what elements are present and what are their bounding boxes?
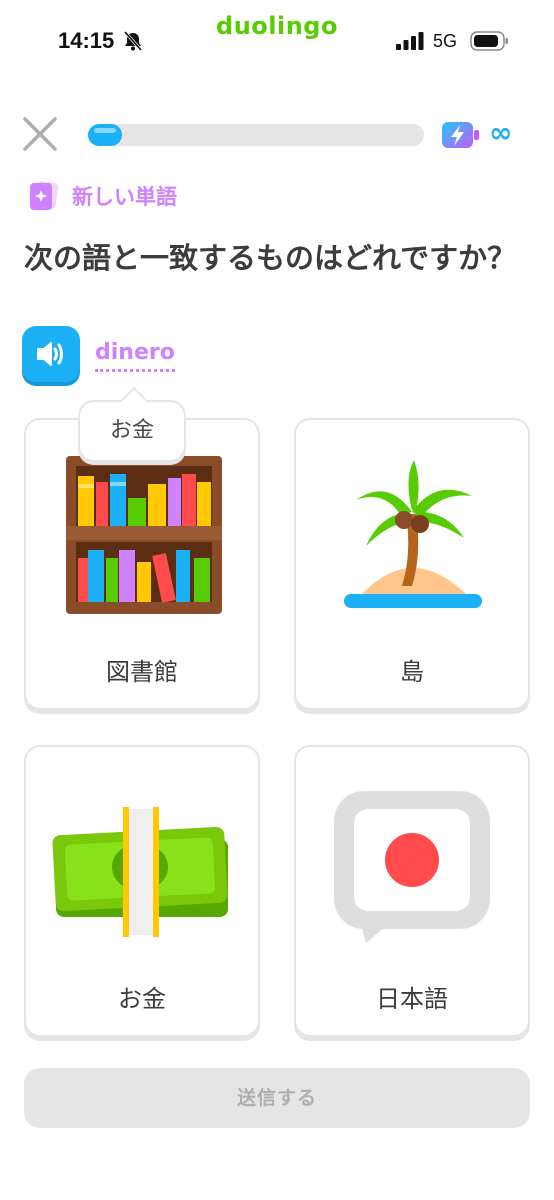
- money-icon: [52, 807, 228, 937]
- japan-flag-icon: [334, 791, 490, 943]
- status-bar: 14:15 duolingo 5G: [0, 0, 554, 80]
- choice-label: お金: [118, 985, 166, 1013]
- choice-card-island[interactable]: 島: [294, 418, 530, 710]
- target-word[interactable]: dinero: [95, 340, 175, 372]
- choice-label: 図書館: [106, 658, 178, 686]
- lesson-progress-fill: [88, 124, 122, 146]
- bookshelf-icon: [66, 456, 222, 614]
- network-type: 5G: [433, 31, 458, 51]
- close-icon[interactable]: [20, 114, 60, 154]
- energy-battery-icon[interactable]: [441, 120, 481, 150]
- submit-button[interactable]: 送信する: [24, 1068, 530, 1128]
- choice-label: 日本語: [376, 985, 448, 1013]
- choice-card-japanese[interactable]: 日本語: [294, 745, 530, 1037]
- lesson-progress-bar: [88, 124, 424, 146]
- new-word-badge: 新しい単語: [26, 178, 177, 214]
- choice-card-money[interactable]: お金: [24, 745, 260, 1037]
- new-word-label: 新しい単語: [72, 185, 177, 209]
- translation-tooltip: お金: [78, 400, 186, 462]
- question-title: 次の語と一致するものはどれですか？: [24, 241, 517, 275]
- new-word-card-icon: [26, 178, 62, 214]
- speaker-icon[interactable]: [35, 339, 67, 369]
- battery-icon: [470, 31, 510, 51]
- island-icon: [344, 460, 482, 608]
- play-audio-button[interactable]: [22, 326, 80, 382]
- close-button[interactable]: [20, 114, 60, 154]
- signal-bars-icon: [396, 32, 426, 50]
- energy-value: ∞: [489, 116, 513, 149]
- choice-label: 島: [400, 658, 424, 686]
